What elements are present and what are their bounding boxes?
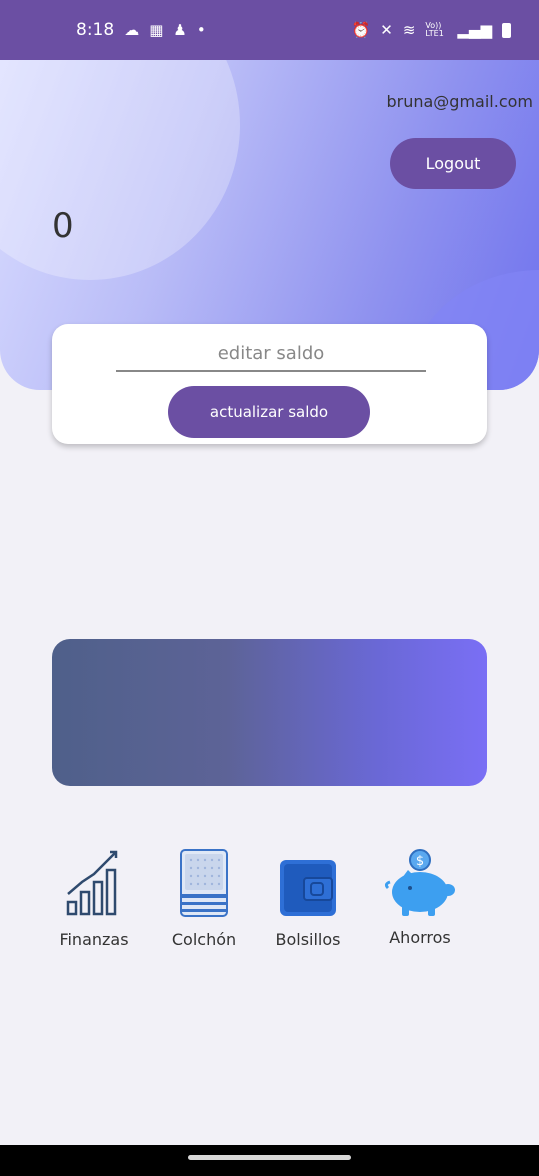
- alarm-icon: ⏰: [351, 20, 371, 39]
- logout-button[interactable]: Logout: [390, 138, 516, 189]
- status-right: ⏰ ✕ ≋ Vo)) LTE1 ▂▄▆: [352, 22, 511, 38]
- category-colchon[interactable]: Colchón: [154, 838, 254, 949]
- svg-text:$: $: [416, 854, 424, 869]
- category-bolsillos[interactable]: Bolsillos: [258, 838, 358, 949]
- edit-balance-input[interactable]: [116, 336, 426, 372]
- user-email: bruna@gmail.com: [386, 92, 533, 111]
- home-gesture-handle[interactable]: [188, 1155, 351, 1160]
- decorative-blob: [0, 60, 240, 280]
- volte-icon: Vo)) LTE1: [425, 21, 444, 38]
- snapchat-icon: ♟: [173, 20, 187, 39]
- dot-icon: •: [196, 20, 206, 39]
- category-ahorros[interactable]: $ Ahorros: [370, 838, 470, 947]
- wallet-icon: [268, 838, 348, 918]
- category-label: Ahorros: [389, 928, 451, 947]
- piggy-bank-icon: $: [380, 838, 460, 918]
- finance-chart-icon: [54, 838, 134, 918]
- category-label: Colchón: [171, 930, 237, 949]
- update-balance-button[interactable]: actualizar saldo: [168, 386, 370, 438]
- battery-icon: [502, 22, 511, 38]
- cloud-icon: ☁: [124, 20, 140, 39]
- category-label: Finanzas: [59, 930, 129, 949]
- category-grid: Finanzas Colchón Bolsillos $ Ahorros: [52, 838, 487, 958]
- system-nav-bar: [0, 1145, 539, 1176]
- category-finanzas[interactable]: Finanzas: [44, 838, 144, 949]
- edit-balance-card: actualizar saldo: [52, 324, 487, 444]
- category-label: Bolsillos: [275, 930, 341, 949]
- mattress-icon: [164, 838, 244, 918]
- signal-icon: ▂▄▆: [457, 20, 492, 39]
- status-left: 8:18 ☁ ▦ ♟ •: [76, 20, 206, 40]
- wifi-icon: ≋: [402, 20, 416, 39]
- sim-icon: ▦: [149, 20, 164, 39]
- mute-icon: ✕: [380, 20, 393, 39]
- balance-value: 0: [52, 206, 74, 246]
- status-bar: 8:18 ☁ ▦ ♟ • ⏰ ✕ ≋ Vo)) LTE1 ▂▄▆: [0, 0, 539, 60]
- promo-banner: [52, 639, 487, 786]
- status-time: 8:18: [76, 20, 115, 40]
